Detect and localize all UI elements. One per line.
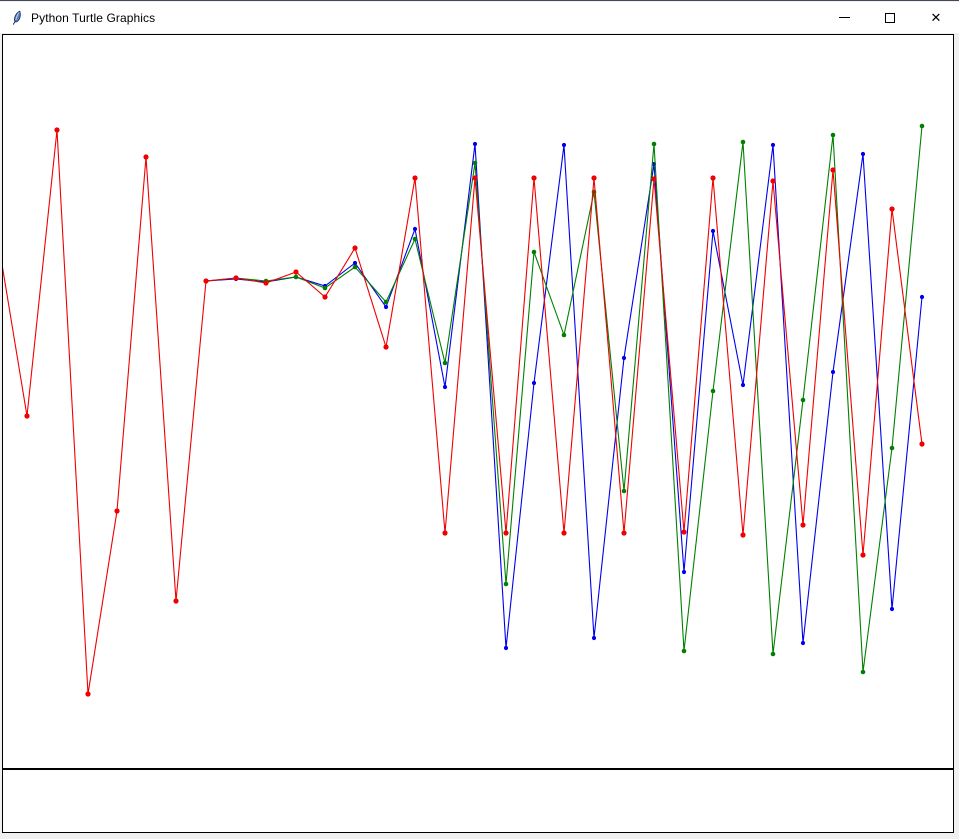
- blue-series-point: [592, 636, 596, 640]
- green-series-point: [562, 333, 567, 338]
- red-series-point: [621, 530, 626, 535]
- green-series-point: [294, 275, 299, 280]
- turtle-graphics-window: Python Turtle Graphics ✕: [0, 0, 959, 839]
- red-series-point: [263, 280, 268, 285]
- red-series-point: [830, 167, 835, 172]
- red-series-point: [472, 175, 477, 180]
- red-series-point: [383, 344, 388, 349]
- green-series-point: [532, 250, 537, 255]
- green-series-point: [890, 446, 895, 451]
- green-series: [204, 124, 925, 675]
- green-series-point: [622, 489, 627, 494]
- red-series-point: [293, 269, 298, 274]
- red-series-point: [233, 275, 238, 280]
- red-series-point: [651, 176, 656, 181]
- blue-series-point: [384, 305, 388, 309]
- green-series-line: [206, 126, 922, 672]
- red-series-point: [531, 175, 536, 180]
- minimize-icon: [839, 17, 850, 18]
- blue-series-point: [622, 356, 626, 360]
- blue-series-line: [206, 144, 922, 648]
- blue-series-point: [443, 385, 447, 389]
- maximize-button[interactable]: [867, 2, 913, 33]
- turtle-canvas: [2, 34, 954, 833]
- red-series-point: [442, 530, 447, 535]
- green-series-point: [353, 265, 358, 270]
- blue-series-point: [504, 646, 508, 650]
- green-series-point: [504, 582, 509, 587]
- red-series-point: [85, 691, 90, 696]
- green-series-point: [801, 398, 806, 403]
- red-series-point: [561, 530, 566, 535]
- blue-series-point: [711, 229, 715, 233]
- green-series-point: [831, 133, 836, 138]
- window-title: Python Turtle Graphics: [31, 11, 155, 25]
- red-series-point: [173, 598, 178, 603]
- red-series-point: [143, 154, 148, 159]
- blue-series-point: [801, 641, 805, 645]
- green-series-point: [920, 124, 925, 129]
- blue-series-point: [682, 570, 686, 574]
- maximize-icon: [885, 13, 895, 23]
- red-series-point: [710, 175, 715, 180]
- tk-feather-icon: [9, 10, 25, 26]
- red-series-point: [114, 508, 119, 513]
- green-series-point: [741, 140, 746, 145]
- red-series-point: [770, 178, 775, 183]
- red-series-point: [591, 175, 596, 180]
- red-series: [3, 127, 925, 696]
- blue-series-point: [413, 227, 417, 231]
- minimize-button[interactable]: [821, 2, 867, 33]
- blue-series-point: [532, 381, 536, 385]
- green-series-point: [473, 161, 478, 166]
- green-series-point: [861, 670, 866, 675]
- red-series-point: [54, 127, 59, 132]
- red-series-point: [800, 522, 805, 527]
- green-series-point: [323, 286, 328, 291]
- green-series-point: [682, 649, 687, 654]
- green-series-point: [652, 142, 657, 147]
- red-series-point: [203, 278, 208, 283]
- blue-series-point: [473, 142, 477, 146]
- blue-series: [204, 142, 924, 650]
- green-series-point: [711, 389, 716, 394]
- window-controls: ✕: [821, 2, 959, 33]
- red-series-point: [412, 175, 417, 180]
- green-series-point: [771, 652, 776, 657]
- green-series-point: [384, 300, 389, 305]
- red-series-point: [503, 530, 508, 535]
- blue-series-point: [771, 143, 775, 147]
- green-series-point: [413, 237, 418, 242]
- red-series-point: [322, 294, 327, 299]
- red-series-point: [681, 529, 686, 534]
- red-series-point: [919, 441, 924, 446]
- green-series-point: [443, 361, 448, 366]
- red-series-point: [24, 413, 29, 418]
- blue-series-point: [890, 607, 894, 611]
- blue-series-point: [562, 143, 566, 147]
- red-series-point: [889, 206, 894, 211]
- blue-series-point: [831, 370, 835, 374]
- blue-series-point: [741, 383, 745, 387]
- red-series-point: [740, 532, 745, 537]
- red-series-line: [3, 130, 922, 694]
- red-series-point: [352, 245, 357, 250]
- red-series-point: [860, 552, 865, 557]
- blue-series-point: [353, 261, 357, 265]
- close-button[interactable]: ✕: [913, 2, 959, 33]
- blue-series-point: [920, 295, 924, 299]
- blue-series-point: [861, 152, 865, 156]
- close-icon: ✕: [931, 11, 942, 24]
- title-bar: Python Turtle Graphics ✕: [0, 2, 959, 33]
- turtle-drawing: [3, 35, 953, 832]
